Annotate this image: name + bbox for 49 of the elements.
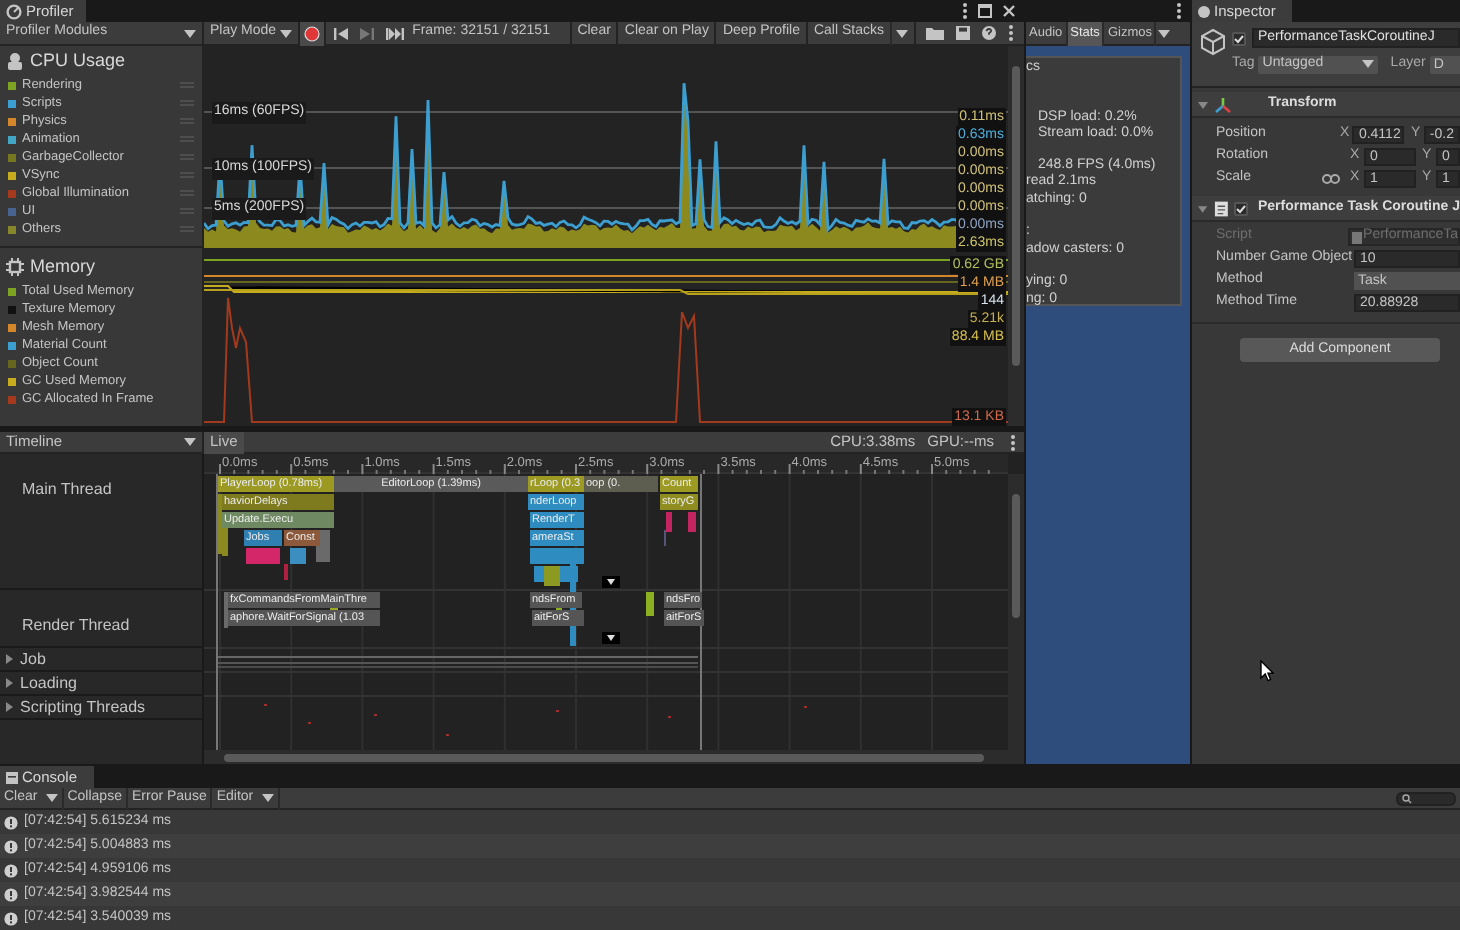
expand-arrow-icon[interactable] bbox=[4, 654, 14, 664]
last-frame-icon[interactable] bbox=[386, 27, 405, 39]
expand-arrow-icon[interactable] bbox=[1198, 203, 1208, 213]
caret-icon bbox=[45, 794, 58, 802]
caret-icon bbox=[896, 29, 908, 37]
next-frame-icon[interactable] bbox=[360, 27, 375, 39]
link-icon[interactable] bbox=[1322, 174, 1340, 184]
search-icon bbox=[1402, 793, 1412, 803]
cube-icon bbox=[1200, 28, 1226, 56]
expand-arrow-icon[interactable] bbox=[1198, 99, 1208, 109]
caret-icon bbox=[1158, 29, 1171, 37]
expand-caret-icon[interactable] bbox=[602, 576, 620, 588]
scrollbar[interactable] bbox=[204, 750, 1024, 764]
previous-frame-icon[interactable] bbox=[334, 27, 349, 39]
checkbox[interactable] bbox=[1232, 31, 1246, 45]
menu-icon[interactable] bbox=[1010, 433, 1016, 451]
folder-icon[interactable] bbox=[926, 26, 944, 40]
thread-label: Main Thread bbox=[20, 478, 112, 498]
pointer-cursor-icon bbox=[1260, 660, 1274, 682]
search-field[interactable] bbox=[1396, 791, 1456, 805]
chip-icon bbox=[6, 258, 24, 276]
module-title[interactable]: CPU Usage bbox=[30, 47, 126, 75]
record-button[interactable] bbox=[300, 21, 327, 45]
module-title[interactable]: Memory bbox=[30, 253, 96, 281]
console-icon bbox=[6, 771, 18, 783]
thread-label: Render Thread bbox=[20, 614, 130, 634]
thread-group[interactable]: Scripting Threads bbox=[0, 696, 202, 720]
caret-icon bbox=[184, 29, 196, 37]
expand-caret-icon[interactable] bbox=[602, 632, 620, 644]
thread-group[interactable]: Job bbox=[0, 648, 202, 672]
menu-icon[interactable] bbox=[962, 2, 968, 20]
expand-arrow-icon[interactable] bbox=[4, 702, 14, 712]
caret-icon bbox=[184, 438, 196, 446]
scrollbar[interactable] bbox=[1008, 46, 1024, 426]
scrollbar[interactable] bbox=[1008, 474, 1024, 754]
close-icon[interactable] bbox=[1002, 4, 1016, 18]
menu-icon[interactable] bbox=[1176, 2, 1182, 20]
help-icon[interactable] bbox=[982, 26, 996, 40]
thread-group[interactable]: Loading bbox=[0, 672, 202, 696]
gauge-icon bbox=[6, 3, 22, 19]
maximize-icon[interactable] bbox=[978, 4, 992, 18]
axes-icon bbox=[1214, 95, 1232, 113]
expand-arrow-icon[interactable] bbox=[4, 678, 14, 688]
menu-icon[interactable] bbox=[1008, 24, 1014, 42]
caret-icon bbox=[280, 29, 293, 37]
save-icon[interactable] bbox=[956, 26, 970, 40]
checkbox[interactable] bbox=[1233, 201, 1248, 215]
caret-icon bbox=[1362, 60, 1375, 69]
caret-icon bbox=[261, 794, 274, 802]
